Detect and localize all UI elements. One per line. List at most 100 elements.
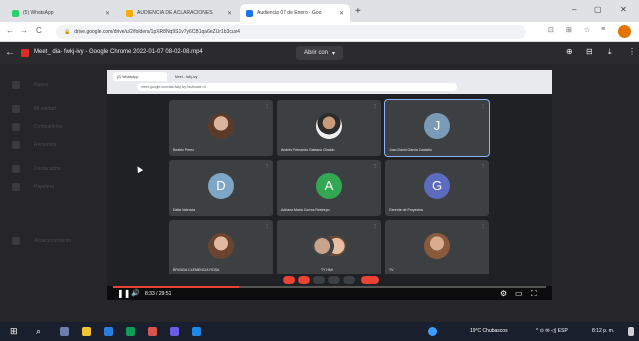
participant-photo [312,235,346,256]
weather-icon[interactable] [428,327,437,336]
participant-name: Adriana Maria Correa Restrepo [281,208,330,212]
close-tab-icon[interactable]: ✕ [335,10,344,17]
playback-time: 8:33 / 29:51 [145,291,172,297]
media-player-icon[interactable] [148,327,157,336]
whatsapp-icon [12,9,19,17]
plus-icon [12,81,20,89]
sidebar-item-label: Mi unidad [34,106,56,112]
recorded-tab-label: Meet - fwkj-ivy [175,74,198,79]
cast-icon[interactable]: ⊡ [548,26,554,34]
windows-taskbar: ⊞ ⌕ 19°C Chubascos ^ ⊙ ✉ ◁) ESP 8:12 p. … [0,322,639,341]
download-icon[interactable]: ⤓ [608,47,612,57]
clock[interactable]: 8:12 p. m. [592,328,614,334]
participant-name: Dalia Valencia [173,208,196,212]
video-player[interactable]: (2) WhatsApp Meet - fwkj-ivy meet.google… [107,70,552,300]
sidebar-item-my-drive: Mi unidad [12,104,56,114]
drive-icon [12,105,20,113]
mic-off-icon [283,276,295,284]
windows-start-icon[interactable]: ⊞ [10,326,18,337]
settings-gear-icon[interactable]: ⚙ [500,289,507,298]
participant-name: Juan David Garcia Castaño [389,148,432,152]
word-icon[interactable] [192,327,201,336]
notifications-icon[interactable] [628,327,634,336]
close-tab-icon[interactable]: ✕ [101,10,110,17]
sidebar-item-label: Nuevo [34,82,49,88]
extensions-icon[interactable]: ⊞ [566,26,572,34]
clock-icon [12,141,20,149]
sidebar-item-label: Almacenamiento [34,238,72,244]
end-call-icon [361,276,379,284]
maximize-button[interactable]: ▢ [594,5,602,14]
participant-tile: ⋮ BRIGIDA CLEMENCIA ROSA [169,220,273,276]
bookmark-star-icon[interactable]: ☆ [584,26,590,34]
present-icon [328,276,340,284]
close-viewer-icon[interactable]: ← [5,47,15,58]
camera-off-icon [298,276,310,284]
more-options-icon[interactable]: ⋮ [628,47,636,56]
pause-button[interactable]: ❚❚ [117,289,130,298]
forward-button[interactable]: → [20,26,28,35]
minimize-button[interactable]: – [572,5,576,14]
file-explorer-icon[interactable] [82,327,91,336]
volume-icon[interactable]: 🔊 [131,289,140,297]
print-icon[interactable]: ⊟ [586,47,593,56]
tab-audiencia-aclaraciones[interactable]: AUDIENCIA DE ACLARACIONES ✕ [120,4,238,22]
participant-photo [208,112,234,139]
task-view-icon[interactable] [60,327,69,336]
recorded-tab-label: (2) WhatsApp [117,74,139,79]
mic-off-icon: ⋮ [481,223,485,228]
mic-off-icon: ⋮ [265,223,269,228]
tab-whatsapp[interactable]: (5) WhatsApp ✕ [6,4,116,22]
theater-mode-icon[interactable]: ▭ [515,289,523,298]
sidebar-item-label: Destacados [34,166,61,172]
more-options-icon [343,276,355,284]
browser-tabstrip: (5) WhatsApp ✕ AUDIENCIA DE ACLARACIONES… [0,0,639,22]
new-tab-button[interactable]: + [355,6,361,17]
participant-tile: ⋮ TY HMI [277,220,381,276]
mic-off-icon: ⋮ [373,163,377,168]
sidebar-item-label: Papelera [34,184,55,190]
file-title: Meet_ dia- fwkj-ivy - Google Chrome 2022… [34,49,203,55]
reading-list-icon[interactable]: ≡ [601,26,605,33]
sidebar-item-starred: Destacados [12,164,60,174]
participant-photo [208,232,234,259]
chrome-icon[interactable] [126,327,135,336]
fullscreen-icon[interactable]: ⛶ [531,289,537,299]
search-icon[interactable]: ⌕ [36,326,41,337]
mic-off-icon: ⋮ [265,163,269,168]
trash-icon [12,183,20,191]
tab-audiencia-drive[interactable]: Audiencia 07 de Enero - Goo ✕ [240,4,350,22]
mic-off-icon: ⋮ [481,163,485,168]
back-button[interactable]: ← [6,26,14,35]
recorded-browser-chrome: (2) WhatsApp Meet - fwkj-ivy meet.google… [107,70,552,94]
participant-tile: ⋮ Andrés Fernando Galeano Giraldo [277,100,381,156]
lock-icon: 🔒 [64,29,71,35]
reload-button[interactable]: C [36,26,42,35]
participant-tile: A ⋮ Adriana Maria Correa Restrepo [277,160,381,216]
url-text: drive.google.com/drive/u/2/folders/1pXR8… [74,29,240,35]
tab-label: (5) WhatsApp [23,10,54,16]
speaking-icon: ⋮ [481,103,485,108]
address-bar[interactable]: 🔒 drive.google.com/drive/u/2/folders/1pX… [56,25,526,39]
seek-bar[interactable] [113,286,546,288]
weather-text[interactable]: 19°C Chubascos [470,328,508,334]
edge-icon[interactable] [104,327,113,336]
people-icon [12,123,20,131]
captions-icon [313,276,325,284]
slides-icon [126,9,133,17]
participant-tile-active: J ⋮ Juan David Garcia Castaño [384,99,490,157]
system-tray-icons[interactable]: ^ ⊙ ✉ ◁) ESP [536,328,568,334]
recorded-url-text: meet.google.com/dia-fwkj-ivy?authuser=0 [141,85,206,89]
mic-off-icon: ⋮ [373,223,377,228]
star-icon [12,165,20,173]
open-with-button[interactable]: Abrir con ▾ [296,46,344,60]
participant-name: Beatriz Perez [173,148,195,152]
participant-avatar: G [424,172,450,199]
add-shortcut-icon[interactable]: ⊕ [566,47,573,56]
close-window-button[interactable]: ✕ [620,5,627,14]
close-tab-icon[interactable]: ✕ [223,10,232,17]
tab-label: Audiencia 07 de Enero - Goo [257,10,322,16]
profile-avatar[interactable] [618,25,631,38]
seek-bar-fill [113,286,239,288]
teams-icon[interactable] [170,327,179,336]
